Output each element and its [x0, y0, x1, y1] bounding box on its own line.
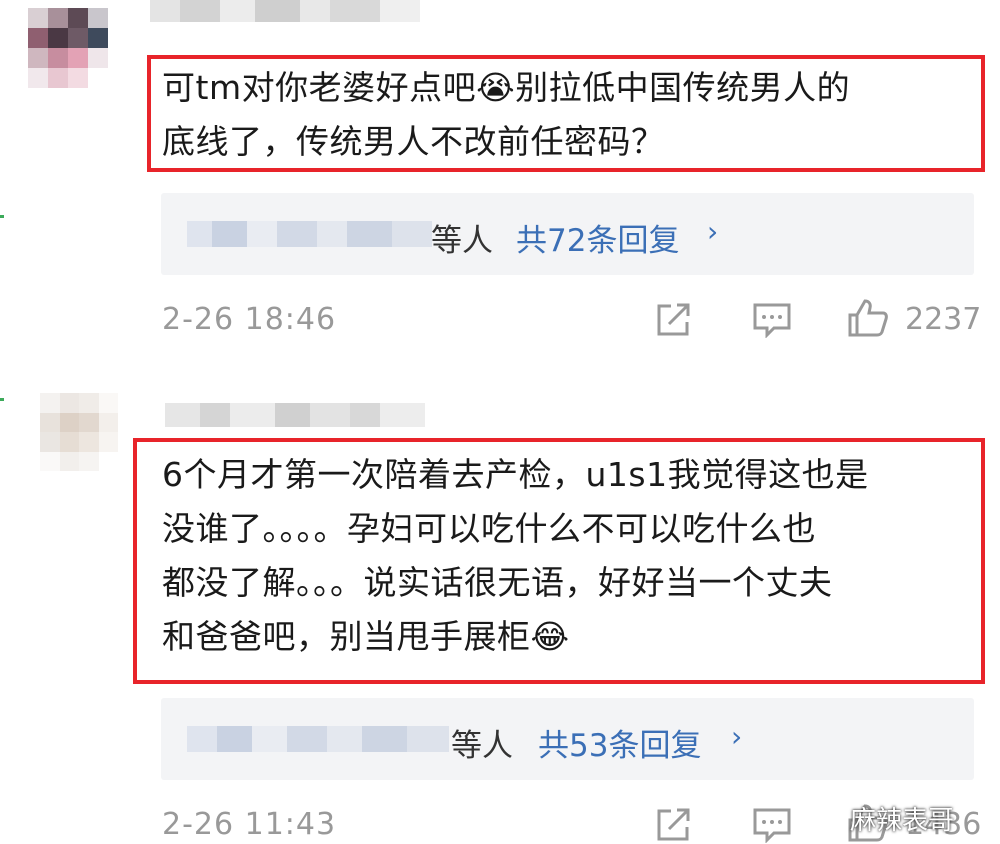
reply-preview[interactable]: 等人 共72条回复 › — [161, 193, 974, 275]
reply-usernames — [187, 221, 432, 247]
comment-icon[interactable] — [752, 302, 792, 338]
comment-text-line: 都没了解。。。说实话很无语，好好当一个丈夫 — [162, 563, 833, 602]
reply-count-link[interactable]: 共53条回复 — [538, 720, 701, 765]
wechat-icon — [810, 804, 844, 832]
comment-icon[interactable] — [752, 807, 792, 843]
watermark-text: 麻辣表哥 — [850, 806, 955, 836]
edge-divider — [0, 398, 4, 401]
chevron-right-icon: › — [707, 215, 719, 248]
chevron-right-icon: › — [731, 720, 743, 753]
like-icon[interactable] — [847, 298, 889, 338]
comment-text-line: 和爸爸吧，别当甩手展柜😂 — [162, 617, 570, 656]
comment-text: 可tm对你老婆好点吧😭别拉低中国传统男人的 底线了，传统男人不改前任密码？ — [162, 61, 850, 169]
reply-etc-label: 等人 — [451, 728, 513, 764]
avatar[interactable] — [40, 393, 118, 471]
comment-text-line: 可tm对你老婆好点吧😭别拉低中国传统男人的 — [162, 68, 851, 107]
watermark: 麻辣表哥 — [810, 800, 954, 837]
timestamp: 2-26 18:46 — [162, 302, 337, 337]
comment-item: 可tm对你老婆好点吧😭别拉低中国传统男人的 底线了，传统男人不改前任密码？ 等人… — [0, 0, 1000, 365]
avatar[interactable] — [28, 8, 108, 88]
comment-text: 6个月才第一次陪着去产检，u1s1我觉得这也是 没谁了。。。。孕妇可以吃什么不可… — [162, 448, 869, 664]
comment-item: 6个月才第一次陪着去产检，u1s1我觉得这也是 没谁了。。。。孕妇可以吃什么不可… — [0, 365, 1000, 844]
share-icon[interactable] — [655, 302, 693, 338]
edge-divider — [0, 215, 4, 218]
username[interactable] — [165, 403, 425, 427]
username[interactable] — [150, 0, 420, 22]
comment-text-line: 没谁了。。。。孕妇可以吃什么不可以吃什么也 — [162, 509, 816, 548]
reply-preview[interactable]: 等人 共53条回复 › — [161, 698, 974, 780]
comment-text-line: 6个月才第一次陪着去产检，u1s1我觉得这也是 — [162, 455, 869, 494]
reply-etc-label: 等人 — [431, 223, 493, 259]
reply-count-link[interactable]: 共72条回复 — [516, 215, 679, 260]
share-icon[interactable] — [655, 807, 693, 843]
timestamp: 2-26 11:43 — [162, 807, 337, 842]
comment-text-line: 底线了，传统男人不改前任密码？ — [162, 122, 665, 161]
reply-usernames — [187, 726, 449, 752]
like-count: 2237 — [905, 302, 982, 337]
